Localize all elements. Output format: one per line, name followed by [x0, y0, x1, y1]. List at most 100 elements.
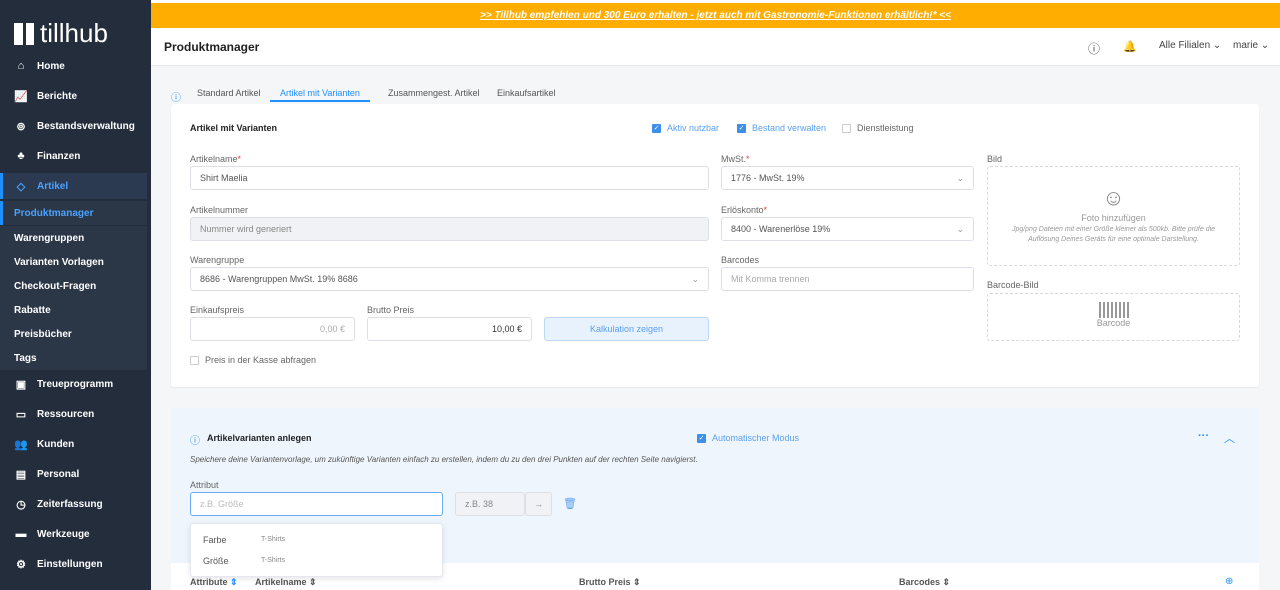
gear-icon: ⚙ [16, 558, 26, 571]
ask-price-check[interactable]: Preis in der Kasse abfragen [190, 355, 316, 365]
barcode-label: Barcode [1096, 318, 1131, 328]
sidebar-item-label: Ressourcen [37, 408, 95, 420]
folder-icon: ▬ [15, 528, 27, 540]
revenue-select[interactable]: 8400 - Warenerlöse 19% ⌄ [721, 217, 974, 241]
check-label: Dienstleistung [857, 123, 914, 133]
col-name[interactable]: Artikelname ⇕ [255, 577, 317, 588]
check-service[interactable]: Dienstleistung [842, 123, 914, 133]
sidebar-item-label: Kunden [37, 438, 75, 450]
image-add-label: Foto hinzufügen [1081, 213, 1146, 223]
vat-select[interactable]: 1776 - MwSt. 19% ⌄ [721, 166, 974, 190]
sidebar: tillhub ⌂ Home 📈 Berichte ⊚ Bestandsverwaltun… [0, 0, 151, 590]
sidebar-item-treueprogramm[interactable]: ▣ Treueprogramm [0, 371, 147, 397]
number-label: Artikelnummer [190, 205, 249, 215]
col-barcodes[interactable]: Barcodes ⇕ [899, 577, 950, 588]
sidebar-item-label: Werkzeuge [37, 528, 90, 540]
auto-mode-check[interactable]: ✓ Automatischer Modus [697, 433, 799, 443]
checkbox[interactable]: ✓ [697, 433, 706, 443]
sidebar-item-zeiterfassung[interactable]: ◷ Zeiterfassung [0, 491, 147, 517]
sidebar-item-personal[interactable]: ▤ Personal [0, 461, 147, 487]
sidebar-subitem[interactable]: Rabatte [0, 298, 147, 322]
clock-icon: ◷ [16, 498, 26, 511]
gross-input[interactable]: 10,00 € [367, 317, 532, 341]
chevron-down-icon: ⌄ [956, 172, 964, 183]
purchase-input[interactable]: 0,00 € [190, 317, 355, 341]
suggestion-item[interactable]: Farbe T-Shirts [203, 535, 285, 545]
barcode-dropzone[interactable]: Barcode [987, 293, 1240, 341]
checkbox[interactable]: ✓ [652, 123, 661, 133]
check-active[interactable]: ✓ Aktiv nutzbar [652, 123, 719, 133]
attr-input[interactable]: z.B. Größe [190, 492, 443, 516]
name-input[interactable]: Shirt Maelia [190, 166, 709, 190]
checkbox[interactable] [842, 123, 851, 133]
gross-label: Brutto Preis [367, 305, 415, 315]
arrow-right-icon[interactable]: → [525, 492, 552, 516]
vat-label: MwSt.* [721, 154, 750, 164]
sidebar-item-berichte[interactable]: 📈 Berichte [0, 83, 147, 109]
branch-select[interactable]: Alle Filialen ⌄ [1159, 40, 1221, 51]
logo[interactable]: tillhub [14, 18, 108, 49]
chevron-down-icon: ⌄ [691, 273, 699, 284]
sidebar-item-werkzeuge[interactable]: ▬ Werkzeuge [0, 521, 147, 547]
col-attribute[interactable]: Attribute ⇕ [190, 577, 238, 588]
sidebar-subitem[interactable]: Checkout-Fragen [0, 274, 147, 298]
attr-suggestions: Farbe T-Shirts Größe T-Shirts [190, 523, 443, 577]
sidebar-item-label: Home [37, 60, 65, 72]
sidebar-item-artikel[interactable]: ◇ Artikel [0, 173, 147, 199]
branch-label: Alle Filialen [1159, 40, 1211, 51]
sidebar-item-finanzen[interactable]: ♣ Finanzen [0, 143, 147, 169]
check-label: Bestand verwalten [752, 123, 827, 133]
check-stock[interactable]: ✓ Bestand verwalten [737, 123, 826, 133]
suggestion-item[interactable]: Größe T-Shirts [203, 556, 285, 566]
tab-composite[interactable]: Zusammengest. Artikel [388, 88, 480, 102]
sidebar-subitem[interactable]: Warengruppen [0, 226, 147, 250]
sidebar-subitem[interactable]: Tags [0, 346, 147, 370]
info-icon[interactable]: ⓘ [171, 89, 181, 104]
help-icon[interactable]: ⓘ [1088, 40, 1100, 57]
barcodes-input[interactable]: Mit Komma trennen [721, 267, 974, 291]
card-title: Artikel mit Varianten [190, 123, 278, 133]
tab-purchase[interactable]: Einkaufsartikel [497, 88, 556, 102]
sidebar-item-label: Berichte [37, 90, 78, 102]
check-label: Preis in der Kasse abfragen [205, 355, 317, 365]
sidebar-item-label: Artikel [37, 180, 69, 192]
sidebar-item-home[interactable]: ⌂ Home [0, 53, 147, 79]
sidebar-item-einstellungen[interactable]: ⚙ Einstellungen [0, 551, 147, 577]
sidebar-item-label: Personal [37, 468, 80, 480]
trash-icon[interactable]: 🗑 [563, 497, 577, 510]
sidebar-subitem[interactable]: Preisbücher [0, 322, 147, 346]
calc-button[interactable]: Kalkulation zeigen [544, 317, 709, 341]
col-gross[interactable]: Brutto Preis ⇕ [579, 577, 641, 588]
id-card-icon: ▤ [15, 468, 27, 481]
promo-banner[interactable]: >> Tillhub empfehlen und 300 Euro erhalt… [151, 3, 1280, 28]
user-menu[interactable]: marie ⌄ [1233, 40, 1269, 51]
tab-variants[interactable]: Artikel mit Varianten [270, 88, 370, 102]
chart-icon: 📈 [14, 90, 28, 103]
tab-standard[interactable]: Standard Artikel [197, 88, 261, 102]
chevron-up-icon[interactable]: ︿ [1224, 430, 1235, 446]
piggy-bank-icon: ♣ [17, 150, 25, 162]
purchase-label: Einkaufspreis [190, 305, 245, 315]
checkbox[interactable] [190, 355, 199, 365]
image-dropzone[interactable]: ☺ Foto hinzufügen Jpg/png Dateien mit ei… [987, 166, 1240, 266]
revenue-value: 8400 - Warenerlöse 19% [731, 224, 831, 234]
sidebar-subitem[interactable]: Produktmanager [0, 201, 147, 225]
variants-title: Artikelvarianten anlegen [207, 433, 312, 443]
barcode-icon [1098, 302, 1129, 318]
bell-icon[interactable]: 🔔 [1123, 40, 1137, 53]
sidebar-item-ressourcen[interactable]: ▭ Ressourcen [0, 401, 147, 427]
check-label: Aktiv nutzbar [667, 123, 720, 133]
group-select[interactable]: 8686 - Warengruppen MwSt. 19% 8686 ⌄ [190, 267, 709, 291]
add-column-icon[interactable]: ⊕ [1225, 576, 1233, 587]
value-input[interactable]: z.B. 38 [455, 492, 525, 516]
user-name: marie [1233, 40, 1259, 51]
sidebar-subitem[interactable]: Varianten Vorlagen [0, 250, 147, 274]
sidebar-item-kunden[interactable]: 👥 Kunden [0, 431, 147, 457]
check-label: Automatischer Modus [712, 433, 800, 443]
sidebar-item-bestandsverwaltung[interactable]: ⊚ Bestandsverwaltung [0, 113, 147, 139]
checkbox[interactable]: ✓ [737, 123, 746, 133]
chevron-down-icon: ⌄ [956, 223, 964, 234]
more-icon[interactable]: ··· [1198, 430, 1209, 442]
variants-hint: Speichere deine Variantenvorlage, um zuk… [190, 455, 698, 464]
page-title: Produktmanager [164, 40, 260, 54]
